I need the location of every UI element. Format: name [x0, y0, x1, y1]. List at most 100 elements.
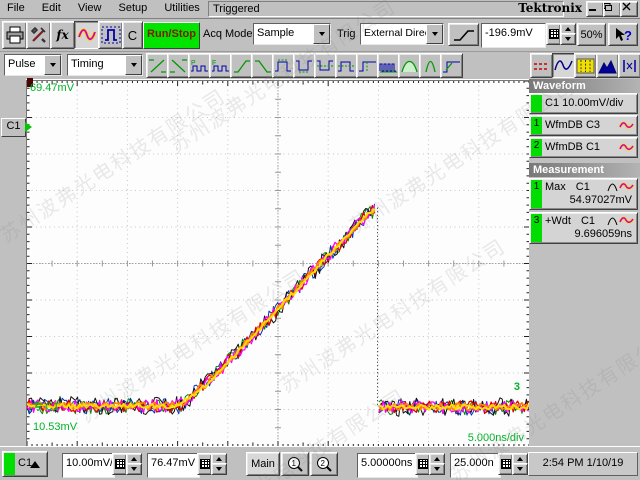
measure-rising-edge-button[interactable] [230, 53, 253, 78]
c-button[interactable]: C [122, 21, 143, 49]
restore-button[interactable] [603, 1, 621, 17]
measure-peak-button[interactable] [419, 53, 442, 78]
spin-down-button[interactable] [429, 463, 445, 475]
menu-utilities[interactable]: Utilities [157, 0, 206, 17]
meas-category-select[interactable]: Pulse [4, 54, 62, 76]
vertical-scale-keypad-button[interactable] [112, 453, 127, 475]
measure-fall-time-button[interactable] [167, 53, 190, 78]
vertical-scale-field[interactable]: 10.00mV/ [62, 453, 115, 478]
acq-mode-dropdown[interactable] [313, 24, 330, 44]
horizontal-scale-spinner [429, 453, 443, 473]
measurement2-name: +Wdt [545, 215, 571, 227]
arrow-up-icon [517, 457, 523, 461]
channel-select-button[interactable]: C1 [2, 451, 48, 477]
fx-button[interactable]: fx [50, 21, 75, 49]
graticule: 69.47mV 10.53mV 5.000ns/div 3 C1 [26, 80, 529, 446]
measure-negative-duty-button[interactable] [314, 53, 337, 78]
measurement1-name: Max [545, 181, 566, 193]
spin-down-button[interactable] [211, 463, 227, 475]
menu-edit[interactable]: Edit [35, 0, 68, 17]
burst-icon [379, 58, 398, 74]
record-length-keypad-button[interactable] [498, 453, 513, 475]
arrow-up-icon [216, 457, 222, 461]
zoom1-button[interactable]: 1 [281, 452, 309, 476]
keypad-icon [200, 459, 210, 469]
print-button[interactable] [2, 21, 27, 49]
acq-mode-select[interactable]: Sample [253, 23, 331, 45]
waveform-style-button[interactable] [552, 53, 575, 78]
meas-class-select[interactable]: Timing [67, 54, 143, 76]
horizontal-scale-field[interactable]: 5.00000ns [357, 453, 418, 478]
arrow-down-icon [131, 467, 137, 471]
measure-settling-button[interactable] [440, 53, 463, 78]
peak-icon [421, 58, 440, 74]
measure-period-button[interactable]: P [188, 53, 211, 78]
sine-wave-icon [554, 58, 573, 74]
measurement2-stripe: 3 [531, 214, 542, 242]
measure-delay-button[interactable] [356, 53, 379, 78]
measurement2-button[interactable]: 3 +WdtC1 9.696059ns [529, 212, 638, 244]
wfmdb1-label: WfmDB C3 [545, 119, 600, 131]
tools-button[interactable] [26, 21, 51, 49]
waveform-scale-button[interactable]: C1 10.00mV/div [529, 93, 638, 114]
trig-source-select[interactable]: External Direct [360, 23, 444, 45]
cursors-button[interactable] [618, 53, 640, 78]
waveform-scale-label: C1 10.00mV/div [545, 97, 623, 109]
wfmdb1-button[interactable]: 1 WfmDB C3 [529, 115, 638, 136]
waveform-mode-button[interactable] [74, 21, 99, 49]
measure-positive-duty-button[interactable] [335, 53, 358, 78]
spin-down-button[interactable] [560, 33, 576, 45]
falling-edge-icon [253, 58, 272, 74]
measure-positive-width-button[interactable] [272, 53, 295, 78]
spin-down-button[interactable] [512, 463, 528, 475]
strip-chart-button[interactable] [530, 53, 553, 78]
record-length-field[interactable]: 25.000n [450, 453, 501, 478]
menu-file[interactable]: File [0, 0, 32, 17]
context-help-button[interactable]: ? [608, 23, 638, 46]
wfmdb-icon [619, 180, 635, 192]
close-button[interactable] [620, 1, 638, 17]
help-pointer-icon: ? [612, 27, 634, 43]
horizontal-scale-keypad-button[interactable] [415, 453, 430, 475]
run-stop-button[interactable]: Run/Stop [143, 22, 200, 49]
wfmdb1-stripe: 1 [531, 117, 542, 134]
measurement2-value: 9.696059ns [575, 228, 633, 240]
tools-icon [29, 26, 49, 44]
delay-icon [358, 58, 377, 74]
measure-frequency-button[interactable]: F [209, 53, 232, 78]
measurement1-button[interactable]: 1 MaxC1 54.97027mV [529, 178, 638, 210]
minimize-button[interactable] [586, 1, 604, 17]
chevron-down-icon [131, 63, 137, 67]
menu-view[interactable]: View [71, 0, 109, 17]
trig-level-field[interactable]: -196.9mV [481, 23, 546, 48]
zoom2-button[interactable]: 2 [310, 452, 338, 476]
measure-negative-width-button[interactable] [293, 53, 316, 78]
histogram-button[interactable] [574, 53, 597, 78]
wfmdb2-button[interactable]: 2 WfmDB C1 [529, 137, 638, 158]
meas-category-dropdown[interactable] [44, 55, 61, 75]
arrow-up-icon [131, 457, 137, 461]
wfmdb-icon [619, 214, 635, 226]
measure-burst-button[interactable] [377, 53, 400, 78]
pulse-mode-button[interactable] [98, 21, 123, 49]
menu-setup[interactable]: Setup [112, 0, 155, 17]
persistence-button[interactable] [596, 53, 619, 78]
spin-down-button[interactable] [126, 463, 142, 475]
horizontal-mode-button[interactable]: Main [246, 452, 280, 476]
chevron-down-icon [50, 63, 56, 67]
trig-slope-button[interactable] [448, 23, 479, 46]
measure-amplitude-button[interactable] [398, 53, 421, 78]
meas-class-dropdown[interactable] [125, 55, 142, 75]
channel-stripe [531, 95, 542, 112]
channel-position-marker[interactable]: C1 [1, 118, 26, 137]
display-zoom-button[interactable]: 50% [577, 23, 606, 46]
trig-source-dropdown[interactable] [426, 24, 443, 44]
vertical-offset-keypad-button[interactable] [197, 453, 212, 475]
vertical-offset-field[interactable]: 76.47mV [147, 453, 200, 478]
measure-rise-time-button[interactable] [146, 53, 169, 78]
measure-falling-edge-button[interactable] [251, 53, 274, 78]
trig-level-keypad-button[interactable] [546, 23, 561, 45]
bell-curve-icon [606, 180, 619, 192]
waveform-plot [27, 81, 529, 446]
channel-stripe [4, 453, 15, 475]
